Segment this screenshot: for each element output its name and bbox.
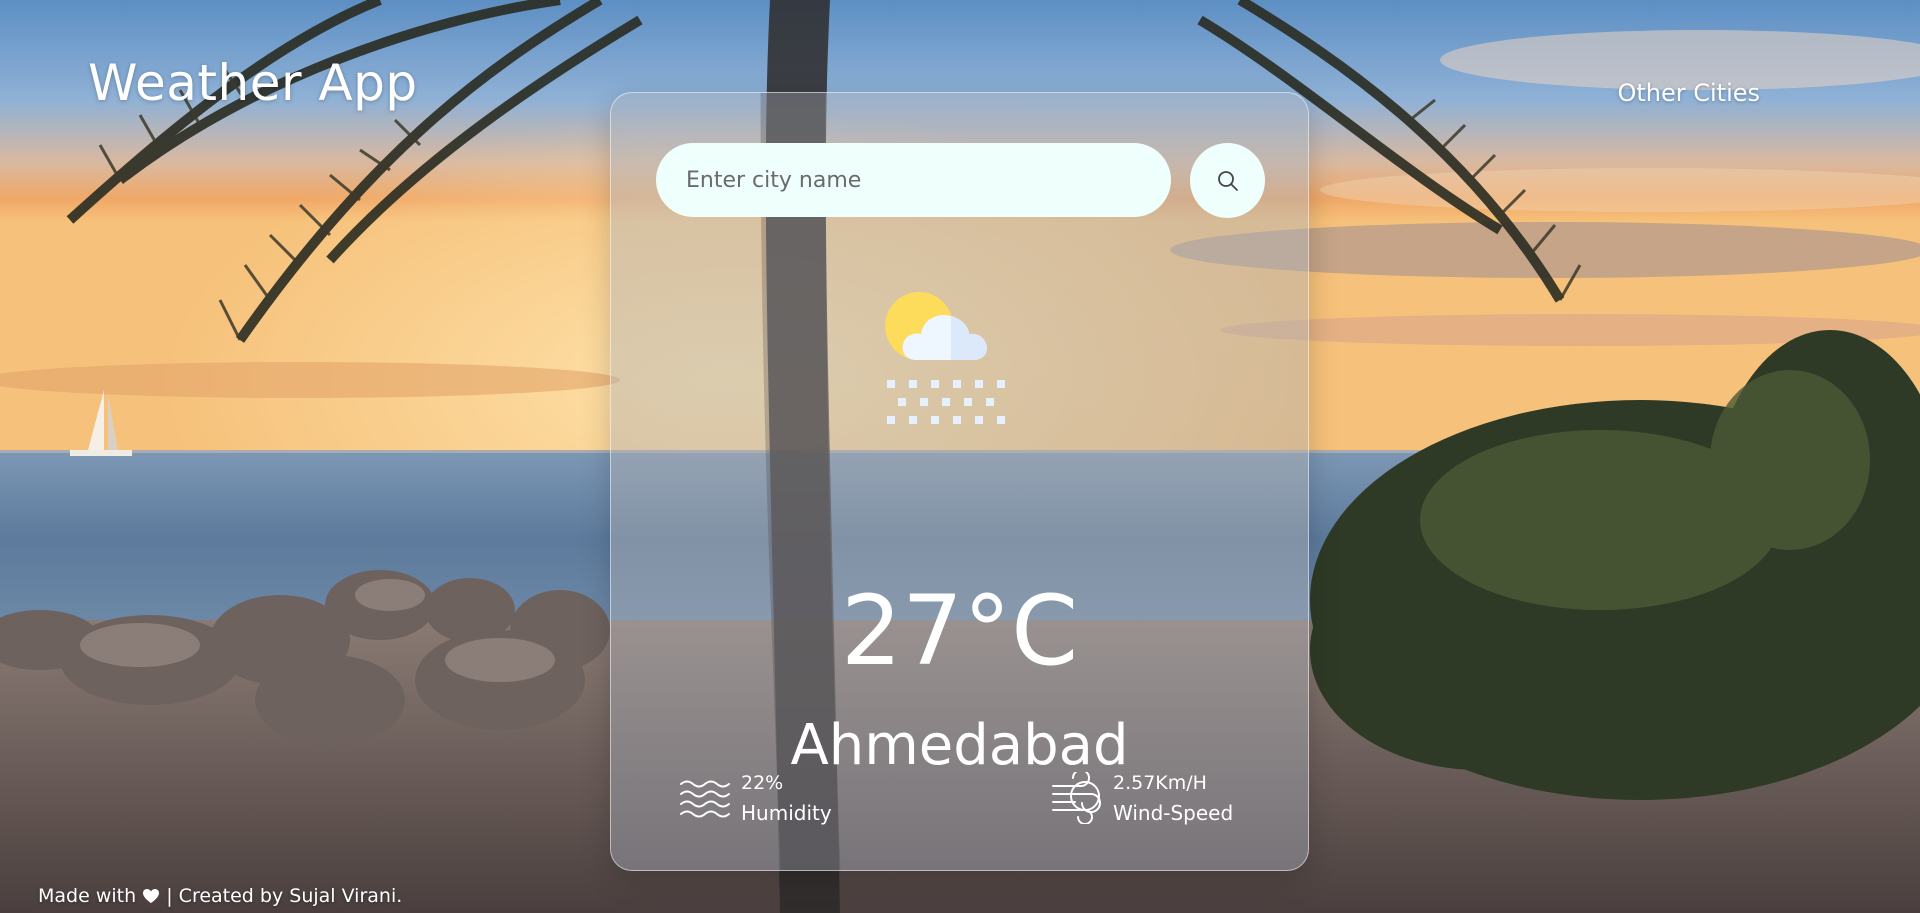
- sun-cloud-snow-icon: [885, 292, 1005, 424]
- wind-value: 2.57Km/H: [1113, 772, 1207, 794]
- footer-credit: Made with | Created by Sujal Virani.: [38, 885, 402, 907]
- footer-made-with: Made with: [38, 885, 137, 907]
- city-name: Ahmedabad: [790, 713, 1129, 778]
- wind-icon: [1052, 772, 1101, 824]
- humidity-waves-icon: [680, 780, 730, 818]
- search-input[interactable]: [656, 143, 1171, 217]
- weather-card: 27°C Ahmedabad 22% Humidity: [610, 92, 1309, 871]
- wind-label: Wind-Speed: [1113, 801, 1234, 825]
- humidity-stat: 22% Humidity: [679, 768, 832, 828]
- wind-stat: 2.57Km/H Wind-Speed: [1051, 768, 1233, 828]
- footer-credit-text: | Created by Sujal Virani.: [166, 885, 403, 907]
- search-icon: [1217, 170, 1238, 191]
- search-button[interactable]: [1190, 143, 1265, 218]
- nav-other-cities[interactable]: Other Cities: [1617, 79, 1760, 107]
- humidity-label: Humidity: [741, 801, 832, 825]
- temperature: 27°C: [840, 575, 1079, 687]
- app-title: Weather App: [88, 54, 418, 112]
- humidity-value: 22%: [741, 772, 784, 794]
- heart-icon: [143, 889, 160, 903]
- app-root: Weather App Other Cities Enter city name…: [0, 0, 1920, 913]
